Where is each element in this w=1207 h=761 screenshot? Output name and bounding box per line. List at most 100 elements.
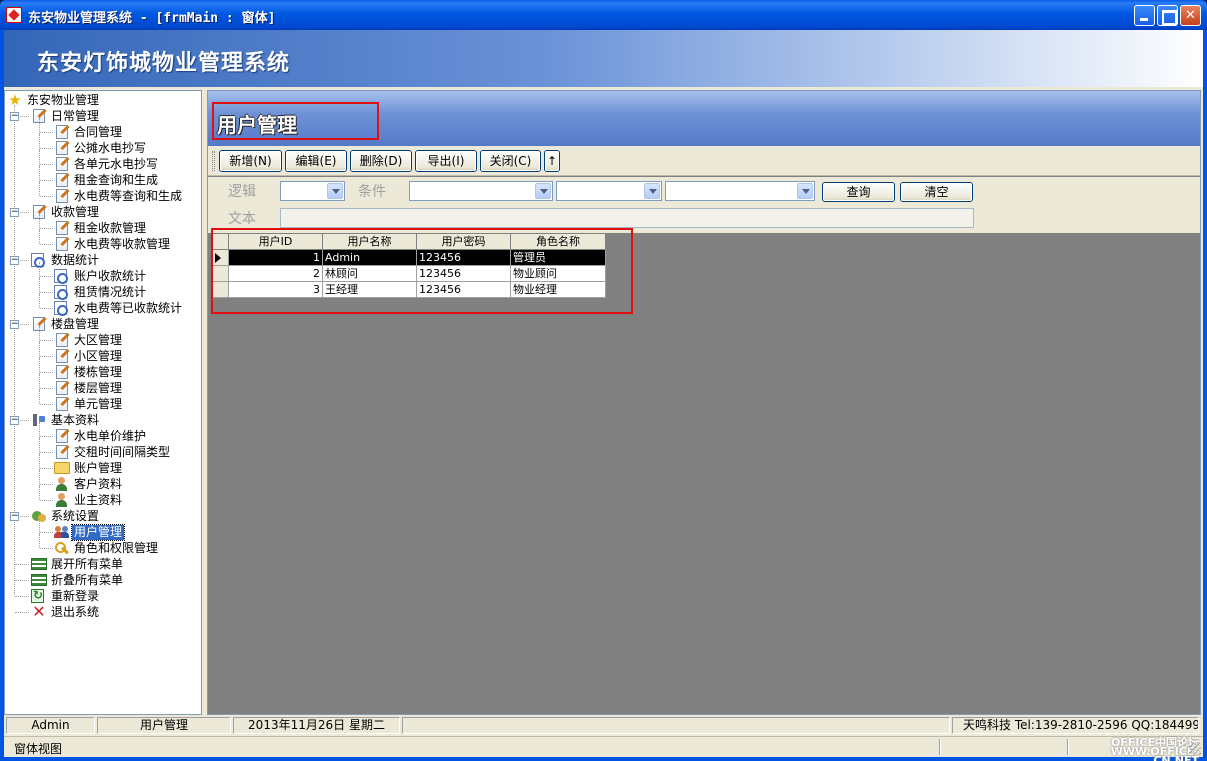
tree-item-label: 系统设置 (51, 508, 100, 523)
tree-connector (39, 278, 40, 294)
tree-item[interactable]: 单元管理 (54, 396, 124, 412)
field-select[interactable] (409, 181, 553, 201)
logic-select[interactable] (280, 181, 345, 201)
user-management-form: 用户管理 新增(N) 编辑(E) 删除(D) 导出(I) 关闭(C) ↑ 逻辑 … (207, 90, 1201, 715)
tree-item-label: 账户收款统计 (74, 268, 147, 283)
delete-button[interactable]: 删除(D) (350, 150, 412, 172)
tree-item[interactable]: 楼栋管理 (54, 364, 124, 380)
tree-item[interactable]: 交租时间间隔类型 (54, 444, 172, 460)
tree-item-label: 业主资料 (74, 492, 123, 507)
view-bar: 窗体视图 OFFICE中国论坛 WWW.OFFICE-CN.NET (4, 736, 1203, 761)
tree-item[interactable]: 各单元水电抄写 (54, 156, 160, 172)
tree-connector (40, 372, 53, 373)
chevron-down-icon[interactable] (797, 183, 813, 199)
document-icon (56, 381, 68, 395)
tree-item-label: 租赁情况统计 (74, 284, 147, 299)
tree-item-label: 水电费等收款管理 (74, 236, 171, 251)
status-user: Admin (6, 717, 95, 734)
person-icon (54, 493, 70, 507)
tree-item[interactable]: 展开所有菜单 (31, 556, 125, 572)
tree-item[interactable]: 租赁情况统计 (54, 284, 148, 300)
title-bar[interactable]: 东安物业管理系统 - [frmMain : 窗体] ✕ (0, 0, 1207, 30)
tree-item[interactable]: 账户收款统计 (54, 268, 148, 284)
navigation-tree[interactable]: ★ 东安物业管理 − 日常管理 合同管理 公摊水电抄写 各单元水电抄写 租金查询和生成 水电费等… (4, 90, 202, 715)
tree-item[interactable]: 日常管理 (31, 108, 101, 124)
query-button[interactable]: 查询 (822, 182, 895, 202)
collapse-toggle[interactable]: − (10, 512, 19, 521)
tree-item[interactable]: 用户管理 (54, 523, 126, 541)
collapse-toggle[interactable]: − (10, 112, 19, 121)
tree-item[interactable]: 数据统计 (31, 252, 101, 268)
tree-connector (39, 358, 40, 374)
tree-item-label: 楼栋管理 (74, 364, 123, 379)
operator-select[interactable] (556, 181, 662, 201)
document-edit-icon (56, 189, 68, 203)
chart-icon (54, 301, 68, 316)
tree-item[interactable]: 客户资料 (54, 476, 124, 492)
tree-item[interactable]: 账户管理 (54, 460, 124, 476)
tree-connector (39, 230, 40, 244)
tree-item[interactable]: 楼层管理 (54, 380, 124, 396)
tree-item[interactable]: 水电费等已收款统计 (54, 300, 184, 316)
filter-area: 逻辑 条件 查询 清空 文本 (208, 177, 1200, 233)
close-window-button[interactable]: ✕ (1180, 5, 1201, 26)
tree-connector (40, 340, 53, 341)
resize-grip[interactable] (1189, 743, 1201, 755)
condition-label: 条件 (358, 184, 386, 200)
chart-icon (54, 269, 68, 284)
tree-connector (40, 148, 53, 149)
tree-item[interactable]: 合同管理 (54, 124, 124, 140)
tree-item[interactable]: 折叠所有菜单 (31, 572, 125, 588)
highlight-box-grid (211, 228, 633, 314)
tree-item[interactable]: 收款管理 (31, 204, 101, 220)
tree-item-label: 用户管理 (70, 523, 126, 541)
add-button[interactable]: 新增(N) (219, 150, 282, 172)
export-button[interactable]: 导出(I) (415, 150, 477, 172)
tree-connector (15, 580, 29, 581)
maximize-button[interactable] (1157, 5, 1178, 26)
minimize-button[interactable] (1134, 5, 1155, 26)
collapse-all-icon (31, 574, 47, 586)
clear-button[interactable]: 清空 (900, 182, 973, 202)
up-arrow-button[interactable]: ↑ (544, 150, 560, 172)
tree-item[interactable]: 水电单价维护 (54, 428, 148, 444)
chevron-down-icon[interactable] (644, 183, 660, 199)
collapse-toggle[interactable]: − (10, 208, 19, 217)
tree-item[interactable]: ✕ 退出系统 (31, 604, 101, 620)
tree-connector (39, 326, 40, 342)
tree-connector (40, 436, 53, 437)
tree-item[interactable]: ★ 东安物业管理 (7, 92, 101, 108)
tree-item[interactable]: 水电费等查询和生成 (54, 188, 184, 204)
collapse-toggle[interactable]: − (10, 256, 19, 265)
collapse-toggle[interactable]: − (10, 416, 19, 425)
tree-item[interactable]: 角色和权限管理 (54, 540, 160, 556)
collapse-toggle[interactable]: − (10, 320, 19, 329)
tree-item[interactable]: 小区管理 (54, 348, 124, 364)
tree-connector (39, 534, 40, 548)
tree-item[interactable]: 大区管理 (54, 332, 124, 348)
app-icon[interactable] (6, 7, 22, 23)
chart-icon (54, 285, 68, 300)
tree-item[interactable]: 业主资料 (54, 492, 124, 508)
text-filter-input[interactable] (280, 208, 974, 228)
toolbar-grip[interactable] (212, 151, 215, 171)
close-form-button[interactable]: 关闭(C) (480, 150, 541, 172)
tree-item[interactable]: 水电费等收款管理 (54, 236, 172, 252)
refresh-icon (31, 588, 44, 603)
tree-connector (15, 612, 29, 613)
value-select[interactable] (665, 181, 815, 201)
tree-connector (40, 388, 53, 389)
tree-item[interactable]: 租金查询和生成 (54, 172, 160, 188)
tree-item-label: 重新登录 (51, 588, 100, 603)
tree-item[interactable]: 系统设置 (31, 508, 101, 524)
chevron-down-icon[interactable] (535, 183, 551, 199)
chart-icon (31, 253, 45, 268)
tree-item[interactable]: 公摊水电抄写 (54, 140, 148, 156)
chevron-down-icon[interactable] (327, 183, 343, 199)
tree-item[interactable]: 楼盘管理 (31, 316, 101, 332)
tree-connector (39, 118, 40, 134)
edit-button[interactable]: 编辑(E) (285, 150, 347, 172)
tree-item[interactable]: 基本资料 (31, 412, 101, 428)
tree-connector (40, 244, 53, 245)
tree-item[interactable]: 租金收款管理 (54, 220, 148, 236)
